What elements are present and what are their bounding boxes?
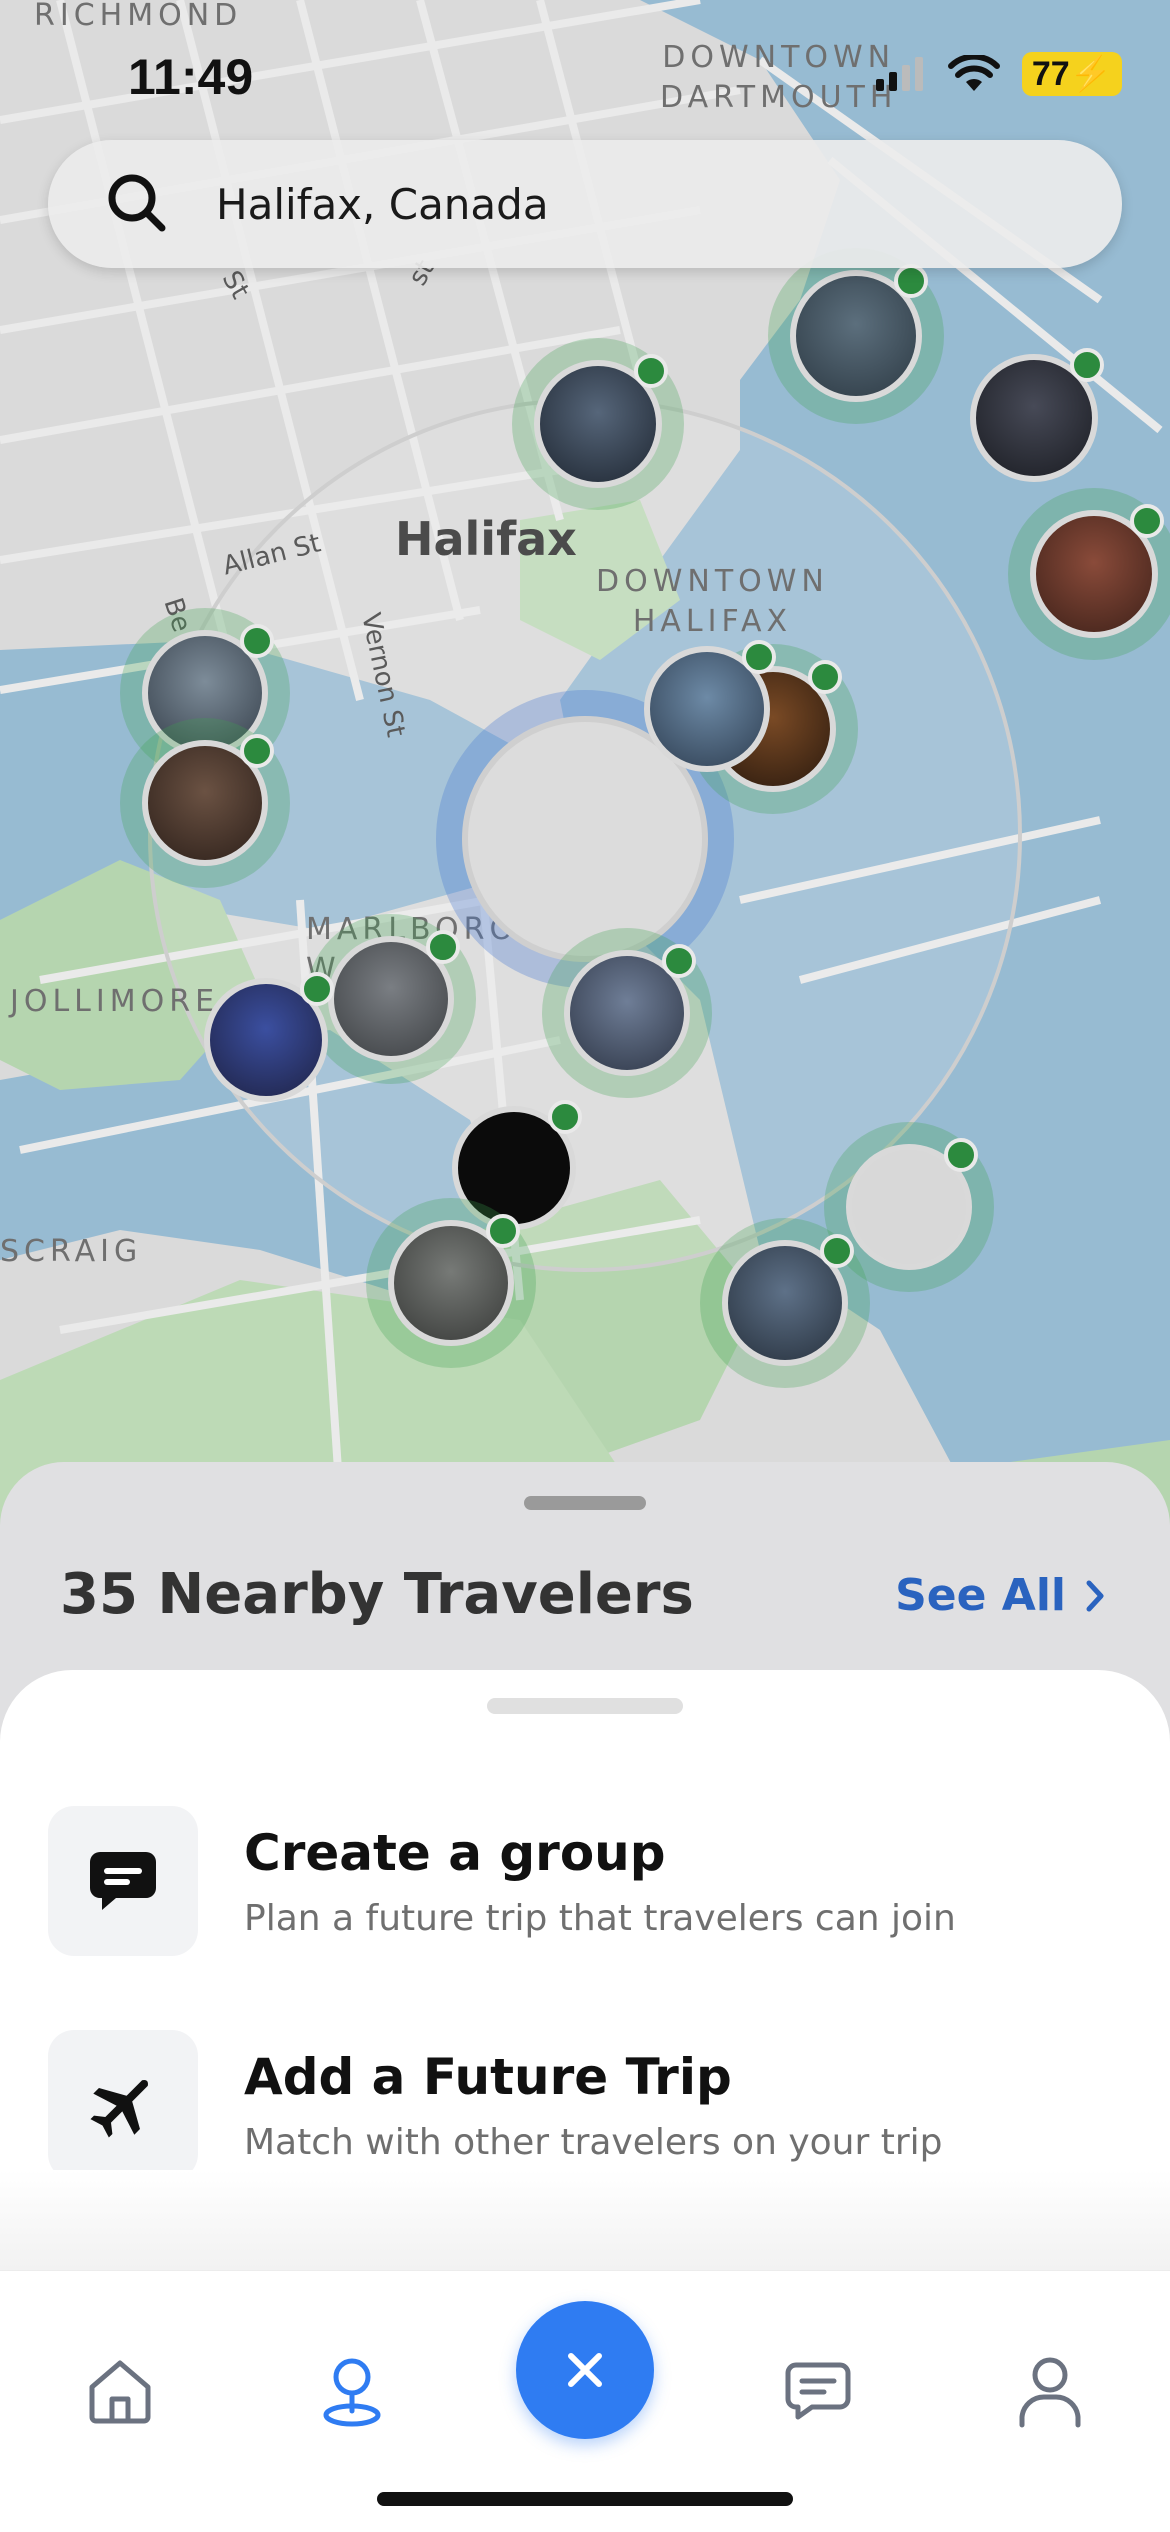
tab-messages[interactable] bbox=[768, 2341, 868, 2441]
map-label-scraig: SCRAIG bbox=[0, 1234, 143, 1269]
traveler-pin[interactable] bbox=[700, 1218, 870, 1388]
charging-bolt-icon: ⚡ bbox=[1069, 55, 1112, 93]
home-icon bbox=[89, 2360, 151, 2424]
status-time: 11:49 bbox=[128, 49, 254, 105]
profile-icon bbox=[1019, 2357, 1081, 2428]
nearby-travelers-title: 35 Nearby Travelers bbox=[60, 1562, 694, 1627]
close-icon bbox=[568, 2353, 602, 2387]
create-group-option[interactable]: Create a group Plan a future trip that t… bbox=[48, 1806, 1122, 1956]
tab-map[interactable] bbox=[302, 2341, 402, 2441]
traveler-pin[interactable] bbox=[512, 338, 684, 510]
map-pin-icon bbox=[323, 2358, 381, 2427]
close-menu-button[interactable] bbox=[516, 2301, 654, 2439]
create-group-subtitle: Plan a future trip that travelers can jo… bbox=[244, 1897, 956, 1939]
map-label-downtown-halifax: DOWNTOWN HALIFAX bbox=[596, 564, 829, 639]
signal-icon bbox=[875, 57, 923, 91]
see-all-link[interactable]: See All bbox=[895, 1570, 1106, 1621]
search-input[interactable]: Halifax, Canada bbox=[216, 180, 549, 229]
wifi-icon bbox=[947, 55, 1000, 91]
create-group-title: Create a group bbox=[244, 1823, 666, 1882]
message-icon bbox=[785, 2362, 851, 2420]
panel-grab-handle[interactable] bbox=[524, 1496, 646, 1510]
traveler-pin[interactable] bbox=[970, 348, 1104, 482]
map-label-downtown-dartmouth: DOWNTOWN DARTMOUTH bbox=[660, 40, 898, 115]
traveler-pin[interactable] bbox=[644, 640, 776, 772]
see-all-label: See All bbox=[895, 1570, 1066, 1621]
battery-percent: 77 bbox=[1031, 55, 1070, 93]
airplane-icon bbox=[90, 2080, 148, 2138]
traveler-pin[interactable] bbox=[542, 928, 712, 1098]
traveler-pin[interactable] bbox=[120, 718, 290, 888]
chevron-right-icon bbox=[1086, 1580, 1104, 1611]
map-view[interactable]: RICHMOND DOWNTOWN DARTMOUTH Halifax DOWN… bbox=[0, 0, 1170, 1700]
home-indicator bbox=[377, 2492, 793, 2506]
traveler-pin[interactable] bbox=[768, 248, 944, 424]
add-future-trip-option[interactable]: Add a Future Trip Match with other trave… bbox=[48, 2030, 1122, 2180]
add-future-trip-title: Add a Future Trip bbox=[244, 2047, 732, 2106]
battery-indicator: 77⚡ bbox=[1021, 52, 1122, 96]
traveler-pin[interactable] bbox=[824, 1122, 994, 1292]
create-group-icon-box bbox=[48, 1806, 198, 1956]
status-indicators: 77⚡ bbox=[875, 52, 1122, 96]
map-label-richmond: RICHMOND bbox=[34, 0, 243, 33]
search-icon bbox=[108, 174, 166, 232]
traveler-pin[interactable] bbox=[366, 1198, 536, 1368]
add-future-trip-icon-box bbox=[48, 2030, 198, 2180]
map-label-halifax: Halifax bbox=[395, 512, 577, 566]
add-future-trip-subtitle: Match with other travelers on your trip bbox=[244, 2121, 943, 2163]
sheet-bottom-fade bbox=[0, 2170, 1170, 2270]
traveler-pin[interactable] bbox=[306, 914, 476, 1084]
map-label-jollimore: JOLLIMORE bbox=[10, 984, 220, 1019]
traveler-pin[interactable] bbox=[1008, 488, 1170, 660]
search-bar[interactable]: Halifax, Canada bbox=[48, 140, 1122, 268]
chat-bubble-icon bbox=[90, 1852, 156, 1910]
sheet-grab-handle[interactable] bbox=[487, 1698, 683, 1714]
tab-profile[interactable] bbox=[1000, 2341, 1100, 2441]
tab-home[interactable] bbox=[70, 2341, 170, 2441]
traveler-pin[interactable] bbox=[204, 972, 334, 1102]
